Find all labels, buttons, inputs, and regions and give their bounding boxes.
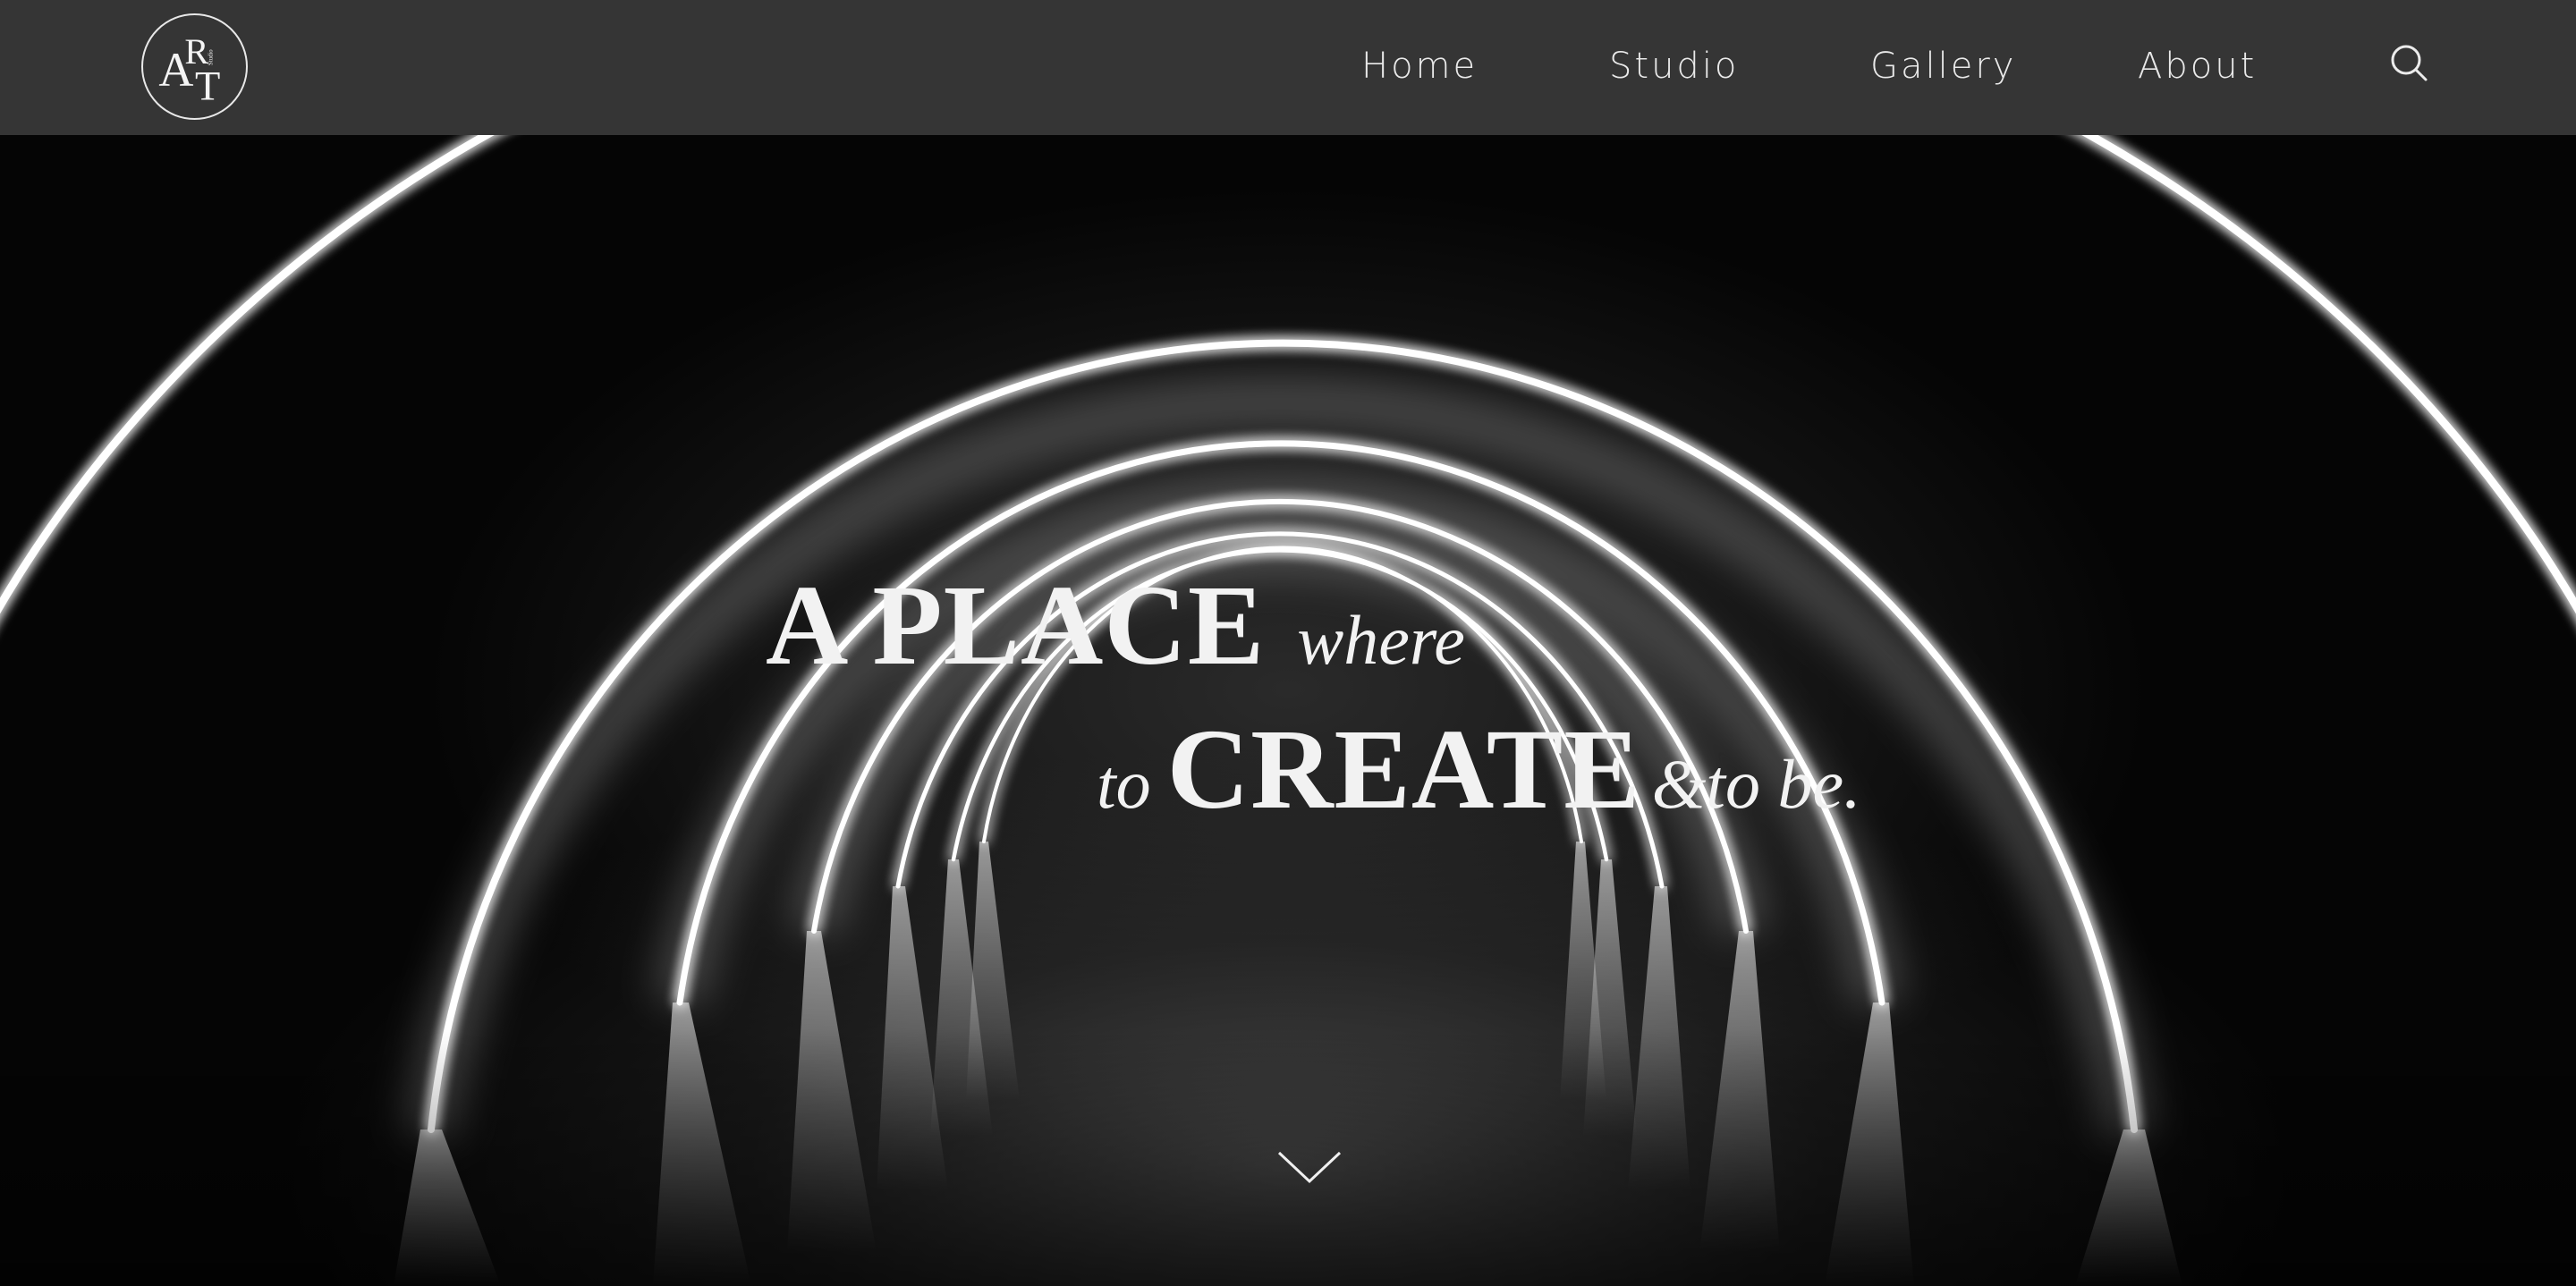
page: A R T Studio Home Studio Gallery About A…: [0, 0, 2576, 1286]
search-button[interactable]: [2386, 41, 2433, 88]
scroll-down-button[interactable]: [1274, 1144, 1345, 1189]
nav-gallery[interactable]: Gallery: [1870, 43, 2016, 89]
nav-studio[interactable]: Studio: [1609, 43, 1739, 89]
hero-section: A PLACE where to CREATE &to be.: [0, 135, 2576, 1286]
nav-about[interactable]: About: [2138, 43, 2257, 89]
search-icon: [2391, 45, 2428, 81]
chevron-down-icon: [1277, 1151, 1342, 1184]
main-nav: Home Studio Gallery About: [0, 43, 2576, 89]
arch-tunnel-image: [0, 135, 2576, 1286]
site-header: A R T Studio Home Studio Gallery About: [0, 0, 2576, 135]
nav-home[interactable]: Home: [1361, 43, 1478, 89]
